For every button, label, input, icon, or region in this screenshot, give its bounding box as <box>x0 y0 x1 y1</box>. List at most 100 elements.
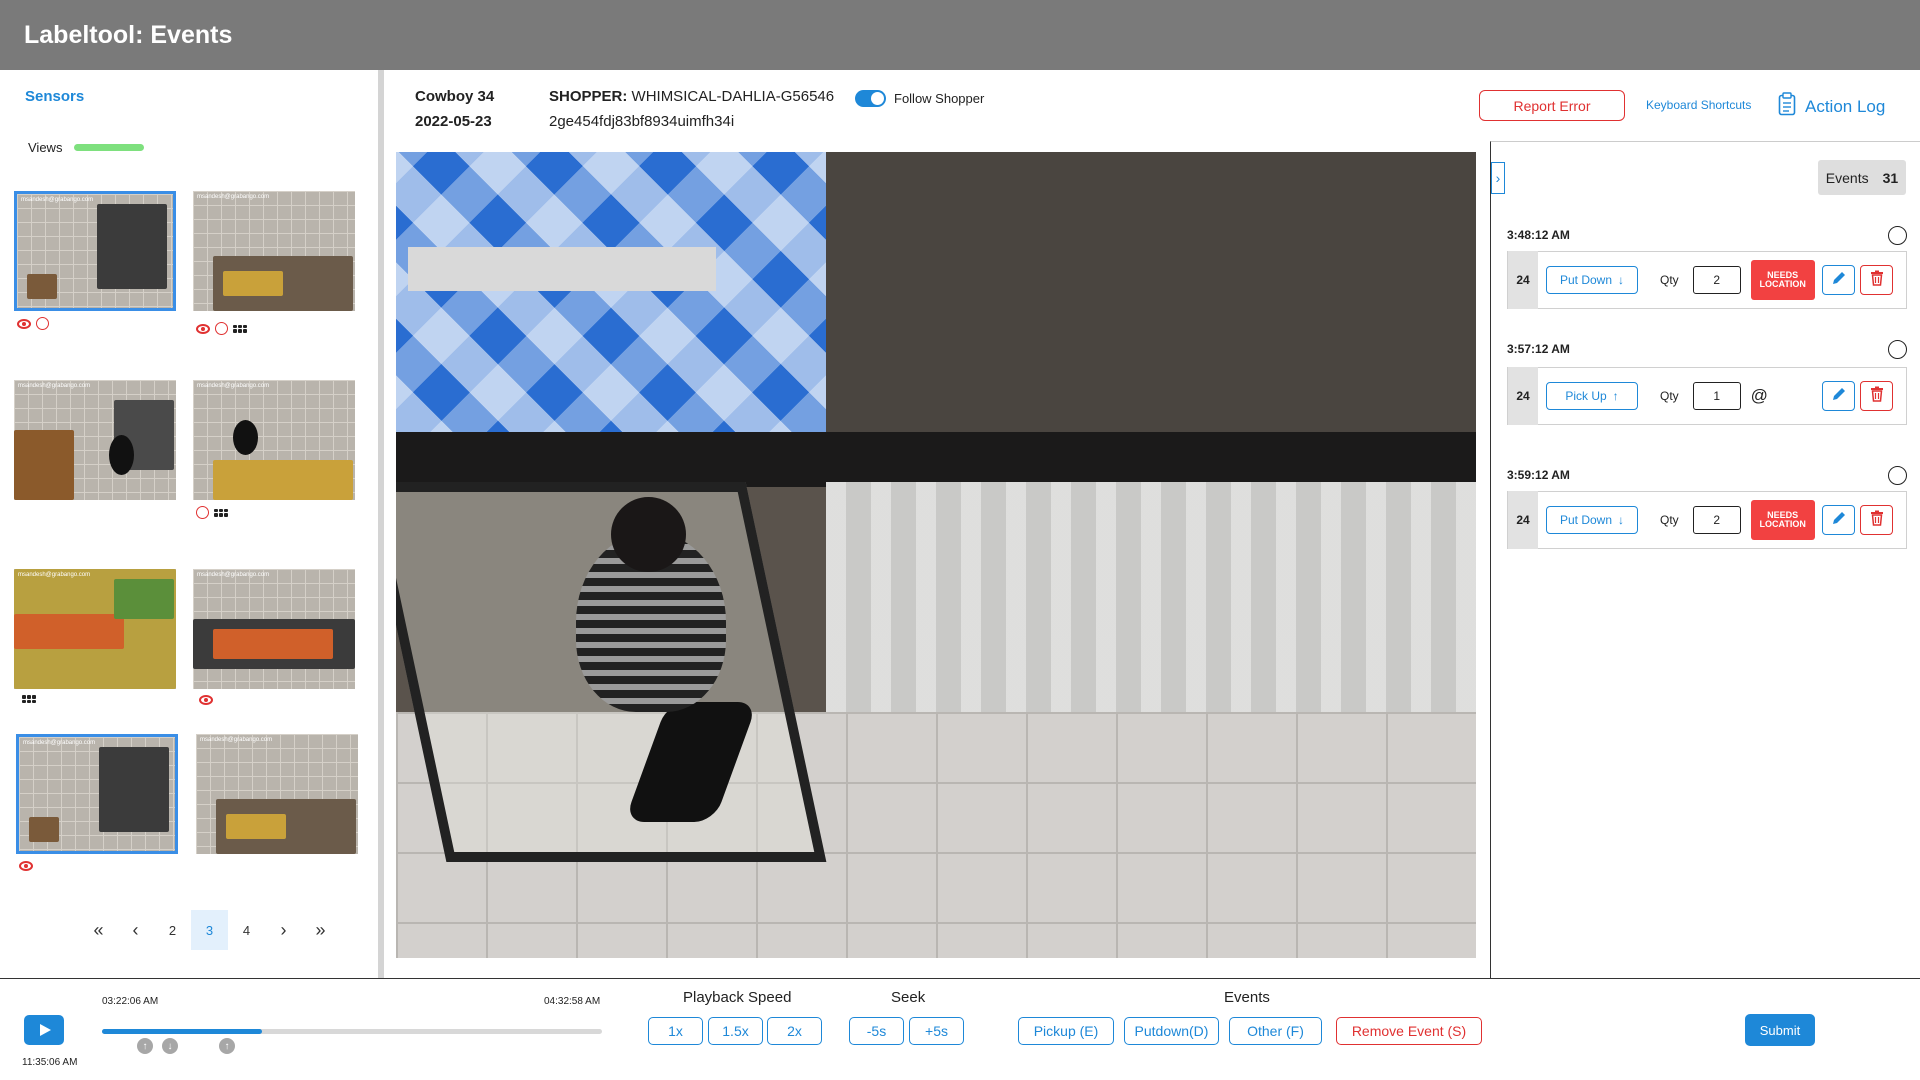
thumbnail-watermark: msandesh@grabango.com <box>18 572 91 578</box>
putdown-button[interactable]: Putdown(D) <box>1124 1017 1219 1045</box>
event-time: 3:57:12 AM <box>1507 342 1570 356</box>
event-card: 24 Put Down ↓ Qty 2 NEEDS LOCATION <box>1507 251 1907 309</box>
eye-icon[interactable] <box>199 695 213 705</box>
event-select-radio[interactable] <box>1888 226 1907 245</box>
eye-icon[interactable] <box>19 861 33 871</box>
speed-2x-button[interactable]: 2x <box>767 1017 822 1045</box>
keyboard-shortcuts-link[interactable]: Keyboard Shortcuts <box>1646 98 1751 112</box>
event-time: 3:59:12 AM <box>1507 468 1570 482</box>
trash-icon <box>1870 510 1884 531</box>
report-error-button[interactable]: Report Error <box>1479 90 1625 121</box>
event-card: 24 Put Down ↓ Qty 2 NEEDS LOCATION <box>1507 491 1907 549</box>
delete-event-button[interactable] <box>1860 265 1893 295</box>
collapse-panel-button[interactable]: › <box>1491 162 1505 194</box>
pickup-marker[interactable]: ↑ <box>137 1038 153 1054</box>
pencil-icon <box>1831 386 1847 407</box>
page-title: Labeltool: Events <box>24 20 233 49</box>
events-title: Events <box>1224 989 1270 1006</box>
edit-event-button[interactable] <box>1822 265 1855 295</box>
seek-back-button[interactable]: -5s <box>849 1017 904 1045</box>
circle-icon[interactable] <box>36 317 49 330</box>
last-page-button[interactable]: » <box>302 910 339 950</box>
prev-page-button[interactable]: ‹ <box>117 910 154 950</box>
qty-input[interactable]: 2 <box>1692 506 1741 534</box>
other-event-button[interactable]: Other (F) <box>1229 1017 1322 1045</box>
sensor-thumbnail[interactable]: msandesh@grabango.com <box>196 734 358 854</box>
page-button[interactable]: 2 <box>154 910 191 950</box>
arrow-down-icon: ↓ <box>1618 513 1625 527</box>
sensors-sidebar: Sensors Views msandesh@grabango.com msan… <box>0 70 384 978</box>
timeline-scrubber[interactable] <box>102 1029 602 1034</box>
delete-event-button[interactable] <box>1860 505 1893 535</box>
seek-forward-button[interactable]: +5s <box>909 1017 964 1045</box>
event-type-button[interactable]: Put Down ↓ <box>1546 506 1638 534</box>
edit-event-button[interactable] <box>1822 505 1855 535</box>
follow-shopper-control: Follow Shopper <box>855 90 984 107</box>
sensor-thumbnail[interactable]: msandesh@grabango.com <box>193 569 355 689</box>
speed-1x-button[interactable]: 1x <box>648 1017 703 1045</box>
event-type-button[interactable]: Pick Up ↑ <box>1546 382 1638 410</box>
event-type-label: Pick Up <box>1565 389 1607 403</box>
eye-icon[interactable] <box>17 318 31 329</box>
next-page-button[interactable]: › <box>265 910 302 950</box>
event-select-radio[interactable] <box>1888 340 1907 359</box>
needs-location-badge[interactable]: NEEDS LOCATION <box>1750 500 1815 540</box>
timeline-start-time: 03:22:06 AM <box>102 996 159 1007</box>
seek-title: Seek <box>891 989 926 1006</box>
page-button-active[interactable]: 3 <box>191 910 228 950</box>
sensors-tab[interactable]: Sensors <box>25 88 84 105</box>
remove-event-button[interactable]: Remove Event (S) <box>1336 1017 1482 1045</box>
trash-icon <box>1870 270 1884 291</box>
follow-shopper-toggle[interactable] <box>855 90 886 107</box>
sensor-thumbnail[interactable]: msandesh@grabango.com <box>14 569 176 689</box>
circle-icon[interactable] <box>215 322 228 335</box>
event-type-button[interactable]: Put Down ↓ <box>1546 266 1638 294</box>
qty-input[interactable]: 1 <box>1692 382 1741 410</box>
first-page-button[interactable]: « <box>80 910 117 950</box>
shopper-info: SHOPPER: WHIMSICAL-DAHLIA-G56546 2ge454f… <box>549 88 834 130</box>
spiral-icon[interactable]: @ <box>1751 386 1768 406</box>
sensor-thumbnail[interactable]: msandesh@grabango.com <box>16 734 178 854</box>
pickup-button[interactable]: Pickup (E) <box>1018 1017 1114 1045</box>
eye-icon[interactable] <box>196 323 210 334</box>
sensor-thumbnail[interactable]: msandesh@grabango.com <box>14 191 176 311</box>
qty-input[interactable]: 2 <box>1692 266 1741 294</box>
edit-event-button[interactable] <box>1822 381 1855 411</box>
sensor-thumbnail[interactable]: msandesh@grabango.com <box>193 380 355 500</box>
submit-button[interactable]: Submit <box>1745 1014 1815 1046</box>
qty-label: Qty <box>1660 389 1679 403</box>
thumbnail-watermark: msandesh@grabango.com <box>18 383 91 389</box>
page-button[interactable]: 4 <box>228 910 265 950</box>
grid-icon[interactable] <box>22 695 36 703</box>
views-progress-bar <box>74 144 145 151</box>
thumbnail-watermark: msandesh@grabango.com <box>197 383 270 389</box>
store-name: Cowboy 34 <box>415 88 495 105</box>
shopper-name: WHIMSICAL-DAHLIA-G56546 <box>631 88 835 105</box>
events-count-badge: Events 31 <box>1818 160 1906 195</box>
action-log-label: Action Log <box>1805 96 1886 116</box>
events-count-value: 31 <box>1882 169 1899 186</box>
event-select-radio[interactable] <box>1888 466 1907 485</box>
circle-icon[interactable] <box>196 506 209 519</box>
qty-label: Qty <box>1660 513 1679 527</box>
sensor-thumbnail[interactable]: msandesh@grabango.com <box>14 380 176 500</box>
event-type-label: Put Down <box>1559 273 1613 287</box>
pickup-marker[interactable]: ↑ <box>219 1038 235 1054</box>
delete-event-button[interactable] <box>1860 381 1893 411</box>
sensor-thumbnail[interactable]: msandesh@grabango.com <box>193 191 355 311</box>
speed-1-5x-button[interactable]: 1.5x <box>708 1017 763 1045</box>
play-button[interactable] <box>24 1015 64 1045</box>
putdown-marker[interactable]: ↓ <box>162 1038 178 1054</box>
thumbnail-watermark: msandesh@grabango.com <box>197 194 270 200</box>
action-log-button[interactable]: Action Log <box>1778 92 1885 121</box>
grid-icon[interactable] <box>214 508 228 517</box>
needs-location-badge[interactable]: NEEDS LOCATION <box>1750 260 1815 300</box>
store-info: Cowboy 34 2022-05-23 <box>415 88 494 130</box>
thumbnail-watermark: msandesh@grabango.com <box>197 572 270 578</box>
arrow-up-icon: ↑ <box>1612 389 1619 403</box>
event-index: 24 <box>1508 491 1538 549</box>
session-date: 2022-05-23 <box>415 113 492 130</box>
camera-video-frame[interactable] <box>396 152 1476 958</box>
follow-shopper-label: Follow Shopper <box>894 91 985 106</box>
grid-icon[interactable] <box>233 324 247 333</box>
